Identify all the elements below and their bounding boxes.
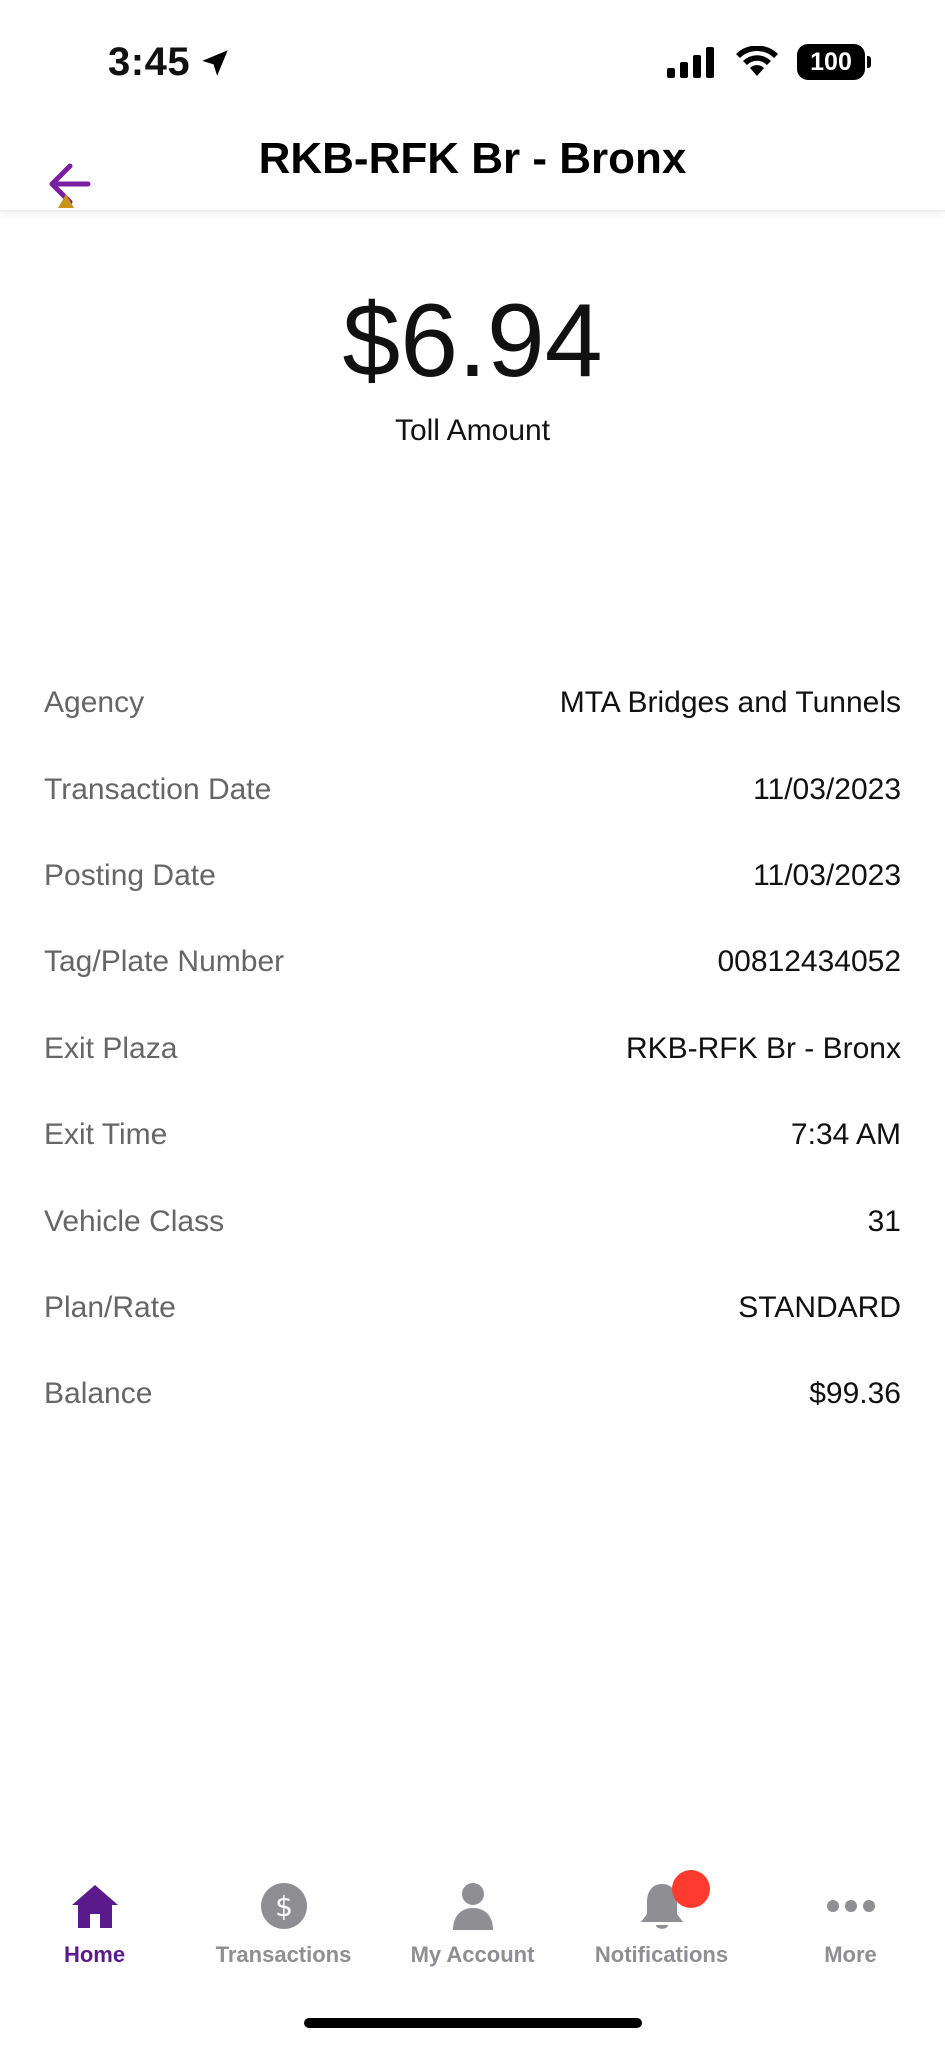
tab-transactions[interactable]: $ Transactions: [189, 1860, 378, 1980]
detail-value: 7:34 AM: [790, 1118, 901, 1152]
detail-row-exit-time: Exit Time 7:34 AM: [44, 1092, 901, 1178]
page-title: RKB-RFK Br - Bronx: [258, 134, 687, 183]
detail-row-transaction-date: Transaction Date 11/03/2023: [44, 746, 901, 832]
detail-value: RKB-RFK Br - Bronx: [625, 1031, 901, 1065]
toll-detail-screen: 3:45 100 RKB-RFK Br - Bronx $6.94 Toll A…: [0, 0, 945, 2048]
toll-amount-label: Toll Amount: [394, 414, 551, 447]
home-indicator[interactable]: [304, 2018, 642, 2028]
detail-row-vehicle-class: Vehicle Class 31: [44, 1178, 901, 1264]
status-time-text: 3:45: [108, 40, 191, 84]
battery-icon: 100: [797, 44, 871, 80]
detail-label: Agency: [44, 686, 145, 720]
tab-more[interactable]: More: [756, 1860, 945, 1980]
tab-label: Notifications: [594, 1942, 729, 1967]
tab-label: More: [824, 1942, 877, 1967]
detail-value: 11/03/2023: [753, 772, 901, 806]
detail-label: Plan/Rate: [44, 1290, 176, 1324]
detail-label: Transaction Date: [44, 772, 272, 806]
detail-value: 00812434052: [717, 945, 901, 979]
detail-label: Balance: [44, 1377, 153, 1411]
tab-home[interactable]: Home: [0, 1860, 189, 1980]
more-dots-icon: [825, 1880, 877, 1932]
tab-label: My Account: [410, 1942, 535, 1967]
detail-row-agency: Agency MTA Bridges and Tunnels: [44, 660, 901, 746]
detail-row-tag-plate: Tag/Plate Number 00812434052: [44, 919, 901, 1005]
location-arrow-icon: [202, 49, 228, 76]
person-icon: [447, 1880, 499, 1932]
battery-level: 100: [810, 47, 852, 76]
tab-label: Transactions: [215, 1942, 352, 1967]
tab-bar: Home $ Transactions My Account Notificat…: [0, 1860, 945, 1980]
status-time: 3:45: [108, 40, 232, 85]
tab-notifications[interactable]: Notifications: [567, 1860, 756, 1980]
status-bar: 3:45 100: [0, 0, 945, 120]
detail-label: Exit Plaza: [44, 1031, 178, 1065]
detail-value: MTA Bridges and Tunnels: [559, 686, 901, 720]
detail-value: $99.36: [809, 1377, 901, 1411]
toll-amount-value: $6.94: [342, 283, 603, 399]
detail-label: Tag/Plate Number: [44, 945, 285, 979]
status-indicators: 100: [667, 44, 871, 80]
home-icon: [69, 1880, 121, 1932]
detail-row-balance: Balance $99.36: [44, 1351, 901, 1437]
svg-text:$: $: [275, 1890, 293, 1923]
bell-icon: [636, 1870, 710, 1932]
detail-label: Posting Date: [44, 858, 216, 892]
dollar-circle-icon: $: [258, 1880, 310, 1932]
nav-header: RKB-RFK Br - Bronx: [0, 120, 945, 212]
wifi-icon: [736, 46, 778, 76]
notification-badge: [671, 1870, 710, 1908]
detail-label: Vehicle Class: [44, 1204, 225, 1238]
cellular-signal-icon: [667, 47, 714, 78]
detail-value: 31: [867, 1204, 901, 1238]
detail-value: 11/03/2023: [753, 858, 901, 892]
detail-label: Exit Time: [44, 1118, 168, 1152]
tab-my-account[interactable]: My Account: [378, 1860, 567, 1980]
detail-row-exit-plaza: Exit Plaza RKB-RFK Br - Bronx: [44, 1006, 901, 1092]
tab-label: Home: [63, 1942, 126, 1967]
transaction-details: Agency MTA Bridges and Tunnels Transacti…: [44, 660, 901, 1438]
detail-value: STANDARD: [738, 1290, 901, 1324]
detail-row-posting-date: Posting Date 11/03/2023: [44, 833, 901, 919]
detail-row-plan-rate: Plan/Rate STANDARD: [44, 1265, 901, 1351]
